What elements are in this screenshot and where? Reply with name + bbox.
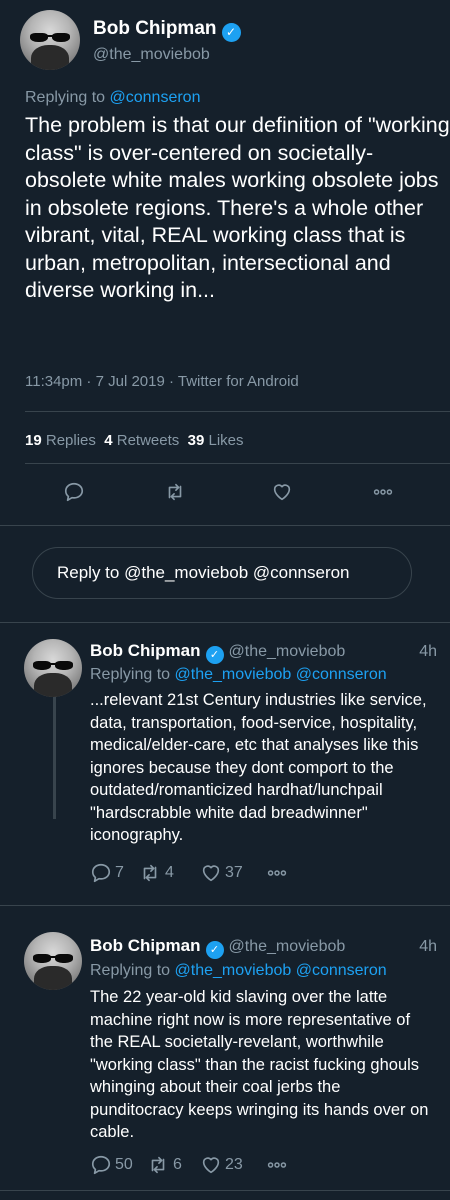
reply-tweet[interactable]: Bob Chipman ✓ @the_moviebob 4h Replying to… xyxy=(0,924,450,1186)
reply-icon xyxy=(91,863,111,883)
divider xyxy=(0,622,450,623)
retweet-icon xyxy=(151,1156,165,1174)
tweet-actions: 7 4 37 xyxy=(90,861,440,885)
replying-to-prefix: Replying to xyxy=(25,89,110,106)
divider xyxy=(25,463,450,464)
like-count: 37 xyxy=(225,864,243,881)
reply-count: 7 xyxy=(115,864,124,881)
author-handle[interactable]: @the_moviebob xyxy=(93,46,210,64)
like-icon xyxy=(202,1157,220,1174)
replying-to-link[interactable]: @connseron xyxy=(110,89,201,106)
tweet-text: ...relevant 21st Century industries like… xyxy=(90,691,427,844)
author-handle[interactable]: @the_moviebob xyxy=(229,938,346,955)
like-action[interactable]: 37 xyxy=(200,861,243,885)
main-tweet: Bob Chipman ✓ @the_moviebob Replying to @… xyxy=(0,0,450,525)
replying-to: Replying to @the_moviebob @connseron xyxy=(90,666,387,683)
like-action[interactable]: 23 xyxy=(200,1153,243,1177)
retweet-icon[interactable] xyxy=(163,480,187,504)
replying-to: Replying to @the_moviebob @connseron xyxy=(90,962,387,979)
tweet-stats: 19 Replies 4 Retweets 39 Likes xyxy=(25,432,244,449)
tweet-actions: 50 6 23 xyxy=(90,1153,440,1177)
reply-icon[interactable] xyxy=(62,480,86,504)
retweet-icon xyxy=(143,864,157,882)
more-icon[interactable] xyxy=(265,861,292,885)
retweets-stat[interactable]: 4 Retweets xyxy=(104,432,179,449)
reply-action[interactable]: 50 xyxy=(90,1153,133,1177)
retweet-count: 6 xyxy=(173,1156,182,1173)
divider xyxy=(0,905,450,906)
reply-input-placeholder: Reply to @the_moviebob @connseron xyxy=(57,563,350,582)
verified-badge-icon: ✓ xyxy=(205,646,224,664)
reply-tweet[interactable]: Bob Chipman ✓ @the_moviebob 4h Replying to… xyxy=(0,629,450,899)
tweet-actions xyxy=(0,480,450,504)
likes-stat[interactable]: 39 Likes xyxy=(188,432,244,449)
reply-count: 50 xyxy=(115,1156,133,1173)
like-icon[interactable] xyxy=(270,480,294,504)
reply-action[interactable]: 7 xyxy=(90,861,124,885)
reply-input[interactable]: Reply to @the_moviebob @connseron xyxy=(32,547,412,599)
avatar[interactable] xyxy=(24,932,82,990)
author-name[interactable]: Bob Chipman ✓ xyxy=(93,18,241,42)
author-handle[interactable]: @the_moviebob xyxy=(229,643,346,660)
tweet-text: The 22 year-old kid slaving over the lat… xyxy=(90,988,429,1141)
retweet-action[interactable]: 4 xyxy=(138,861,174,885)
retweet-action[interactable]: 6 xyxy=(146,1153,182,1177)
divider xyxy=(0,525,450,526)
tweet-timestamp[interactable]: 11:34pm · 7 Jul 2019 · Twitter for Andro… xyxy=(25,373,299,390)
verified-badge-icon: ✓ xyxy=(205,941,224,959)
tweet-time[interactable]: 4h xyxy=(419,938,437,956)
author-name-text[interactable]: Bob Chipman xyxy=(93,18,217,39)
replying-to-link[interactable]: @the_moviebob @connseron xyxy=(175,962,387,979)
avatar[interactable] xyxy=(20,10,80,70)
like-count: 23 xyxy=(225,1156,243,1173)
tweet-time[interactable]: 4h xyxy=(419,643,437,661)
replies-stat[interactable]: 19 Replies xyxy=(25,432,96,449)
replying-to-link[interactable]: @the_moviebob @connseron xyxy=(175,666,387,683)
replying-to: Replying to @connseron xyxy=(25,89,200,107)
more-icon[interactable] xyxy=(371,480,395,504)
divider xyxy=(0,1190,450,1191)
retweet-count: 4 xyxy=(165,864,174,881)
tweet-text: The problem is that our definition of "w… xyxy=(25,113,450,302)
avatar[interactable] xyxy=(24,639,82,697)
author-name[interactable]: Bob Chipman ✓ @the_moviebob xyxy=(90,936,345,959)
more-icon[interactable] xyxy=(265,1153,292,1177)
verified-badge-icon: ✓ xyxy=(221,23,241,42)
reply-icon xyxy=(91,1155,111,1175)
author-name[interactable]: Bob Chipman ✓ @the_moviebob xyxy=(90,641,345,664)
divider xyxy=(25,411,450,412)
like-icon xyxy=(202,865,220,882)
